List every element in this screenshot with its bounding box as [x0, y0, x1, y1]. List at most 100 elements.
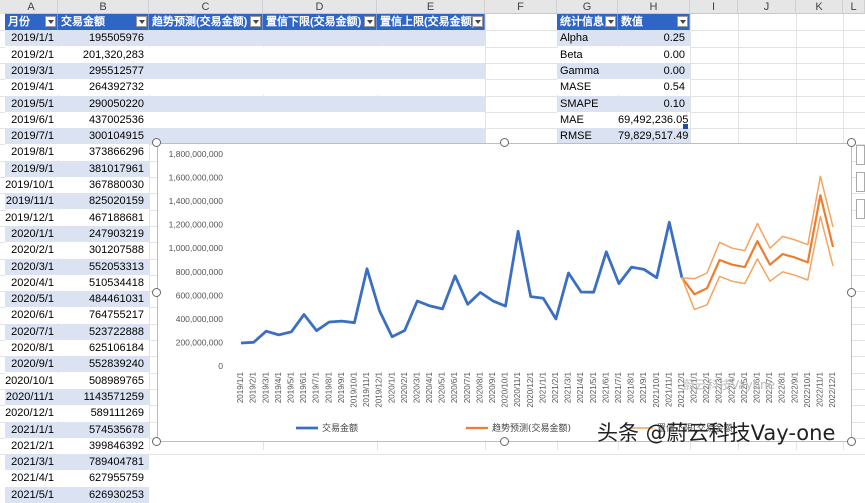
stats-cell-value[interactable]: 0.00	[618, 47, 690, 63]
table-header-cell[interactable]: 置信下限(交易金额)	[263, 14, 377, 30]
table-cell-date[interactable]: 2021/5/1	[5, 487, 58, 503]
table-cell-date[interactable]: 2019/1/1	[5, 30, 58, 46]
column-header-a[interactable]: A	[5, 0, 58, 14]
stats-cell-value[interactable]: 0.25	[618, 30, 690, 46]
table-cell-amount[interactable]: 290050220	[58, 96, 149, 112]
table-cell-empty[interactable]	[149, 96, 485, 112]
stats-cell-value[interactable]: 0.54	[618, 79, 690, 95]
table-cell-amount[interactable]: 508989765	[58, 373, 149, 389]
table-cell-date[interactable]: 2020/8/1	[5, 340, 58, 356]
column-header-e[interactable]: E	[377, 0, 485, 14]
table-cell-date[interactable]: 2021/2/1	[5, 438, 58, 454]
table-cell-amount[interactable]: 627955759	[58, 470, 149, 486]
table-cell-amount[interactable]: 764755217	[58, 307, 149, 323]
table-cell-date[interactable]: 2021/3/1	[5, 454, 58, 470]
table-cell-amount[interactable]: 510534418	[58, 275, 149, 291]
table-cell-date[interactable]: 2020/10/1	[5, 373, 58, 389]
table-cell-date[interactable]: 2019/6/1	[5, 112, 58, 128]
table-cell-amount[interactable]: 625106184	[58, 340, 149, 356]
chart-resize-handle-tr[interactable]	[847, 138, 856, 147]
table-cell-date[interactable]: 2019/2/1	[5, 47, 58, 63]
table-cell-amount[interactable]: 574535678	[58, 422, 149, 438]
table-cell-amount[interactable]: 247903219	[58, 226, 149, 242]
column-header-j[interactable]: J	[738, 0, 796, 14]
table-cell-date[interactable]: 2019/7/1	[5, 128, 58, 144]
table-filter-button-0[interactable]	[45, 16, 56, 27]
table-filter-button-1[interactable]	[136, 16, 147, 27]
table-cell-date[interactable]: 2021/1/1	[5, 422, 58, 438]
table-cell-empty[interactable]	[149, 30, 485, 46]
chart-resize-handle-ml[interactable]	[152, 288, 161, 297]
table-cell-amount[interactable]: 195505976	[58, 30, 149, 46]
table-cell-amount[interactable]: 399846392	[58, 438, 149, 454]
table-cell-date[interactable]: 2020/12/1	[5, 405, 58, 421]
chart-resize-handle-tl[interactable]	[152, 138, 161, 147]
table-cell-amount[interactable]: 552053313	[58, 259, 149, 275]
table-cell-amount[interactable]: 825020159	[58, 193, 149, 209]
table-cell-amount[interactable]: 300104915	[58, 128, 149, 144]
table-cell-date[interactable]: 2019/10/1	[5, 177, 58, 193]
table-cell-amount[interactable]: 484461031	[58, 291, 149, 307]
chart-resize-handle-bm[interactable]	[500, 437, 509, 446]
column-header-i[interactable]: I	[690, 0, 738, 14]
column-header-k[interactable]: K	[796, 0, 843, 14]
column-header-f[interactable]: F	[485, 0, 557, 14]
stats-cell-name[interactable]: Beta	[557, 47, 618, 63]
table-filter-button-3[interactable]	[364, 16, 375, 27]
column-header-h[interactable]: H	[618, 0, 690, 14]
table-cell-date[interactable]: 2019/3/1	[5, 63, 58, 79]
table-cell-date[interactable]: 2019/11/1	[5, 193, 58, 209]
table-cell-date[interactable]: 2020/3/1	[5, 259, 58, 275]
stats-filter-button-0[interactable]	[605, 16, 616, 27]
table-filter-button-4[interactable]	[472, 16, 483, 27]
chart-elements-button[interactable]	[856, 145, 865, 165]
table-cell-date[interactable]: 2019/5/1	[5, 96, 58, 112]
table-cell-empty[interactable]	[149, 47, 485, 63]
stats-cell-value[interactable]: 0.00	[618, 63, 690, 79]
table-cell-date[interactable]: 2019/8/1	[5, 144, 58, 160]
column-header-b[interactable]: B	[58, 0, 149, 14]
table-cell-amount[interactable]: 467188681	[58, 210, 149, 226]
column-header-l[interactable]: L	[843, 0, 865, 14]
forecast-chart[interactable]: 0200,000,000400,000,000600,000,000800,00…	[157, 143, 852, 442]
table-cell-date[interactable]: 2020/9/1	[5, 356, 58, 372]
chart-resize-handle-mr[interactable]	[847, 288, 856, 297]
table-cell-empty[interactable]	[149, 112, 485, 128]
table-cell-amount[interactable]: 552839240	[58, 356, 149, 372]
table-cell-amount[interactable]: 789404781	[58, 454, 149, 470]
selection-fill-handle[interactable]	[683, 124, 688, 129]
table-cell-amount[interactable]: 367880030	[58, 177, 149, 193]
table-cell-amount[interactable]: 589111269	[58, 405, 149, 421]
table-cell-amount[interactable]: 373866296	[58, 144, 149, 160]
chart-resize-handle-tm[interactable]	[500, 138, 509, 147]
stats-cell-name[interactable]: SMAPE	[557, 96, 618, 112]
chart-styles-button[interactable]	[856, 172, 865, 192]
table-cell-empty[interactable]	[149, 63, 485, 79]
stats-cell-value[interactable]: 0.10	[618, 96, 690, 112]
table-cell-amount[interactable]: 523722888	[58, 324, 149, 340]
stats-cell-value[interactable]: 69,492,236.05	[618, 112, 690, 128]
table-cell-date[interactable]: 2020/2/1	[5, 242, 58, 258]
stats-filter-button-1[interactable]	[677, 16, 688, 27]
stats-cell-name[interactable]: MASE	[557, 79, 618, 95]
table-cell-date[interactable]: 2019/12/1	[5, 210, 58, 226]
stats-cell-value[interactable]: 79,829,517.49	[618, 128, 690, 144]
table-cell-date[interactable]: 2019/4/1	[5, 79, 58, 95]
table-cell-date[interactable]: 2020/7/1	[5, 324, 58, 340]
table-header-cell[interactable]: 置信上限(交易金额)	[377, 14, 485, 30]
stats-cell-name[interactable]: MAE	[557, 112, 618, 128]
table-header-cell[interactable]: 趋势预测(交易金额)	[149, 14, 263, 30]
column-header-c[interactable]: C	[149, 0, 263, 14]
table-cell-amount[interactable]: 381017961	[58, 161, 149, 177]
table-cell-date[interactable]: 2020/11/1	[5, 389, 58, 405]
table-cell-amount[interactable]: 437002536	[58, 112, 149, 128]
chart-resize-handle-br[interactable]	[847, 437, 856, 446]
stats-cell-name[interactable]: RMSE	[557, 128, 618, 144]
table-cell-empty[interactable]	[149, 128, 485, 144]
table-cell-amount[interactable]: 264392732	[58, 79, 149, 95]
table-cell-date[interactable]: 2020/6/1	[5, 307, 58, 323]
stats-cell-name[interactable]: Gamma	[557, 63, 618, 79]
table-filter-button-2[interactable]	[250, 16, 261, 27]
chart-filters-button[interactable]	[856, 199, 865, 219]
table-cell-date[interactable]: 2020/5/1	[5, 291, 58, 307]
